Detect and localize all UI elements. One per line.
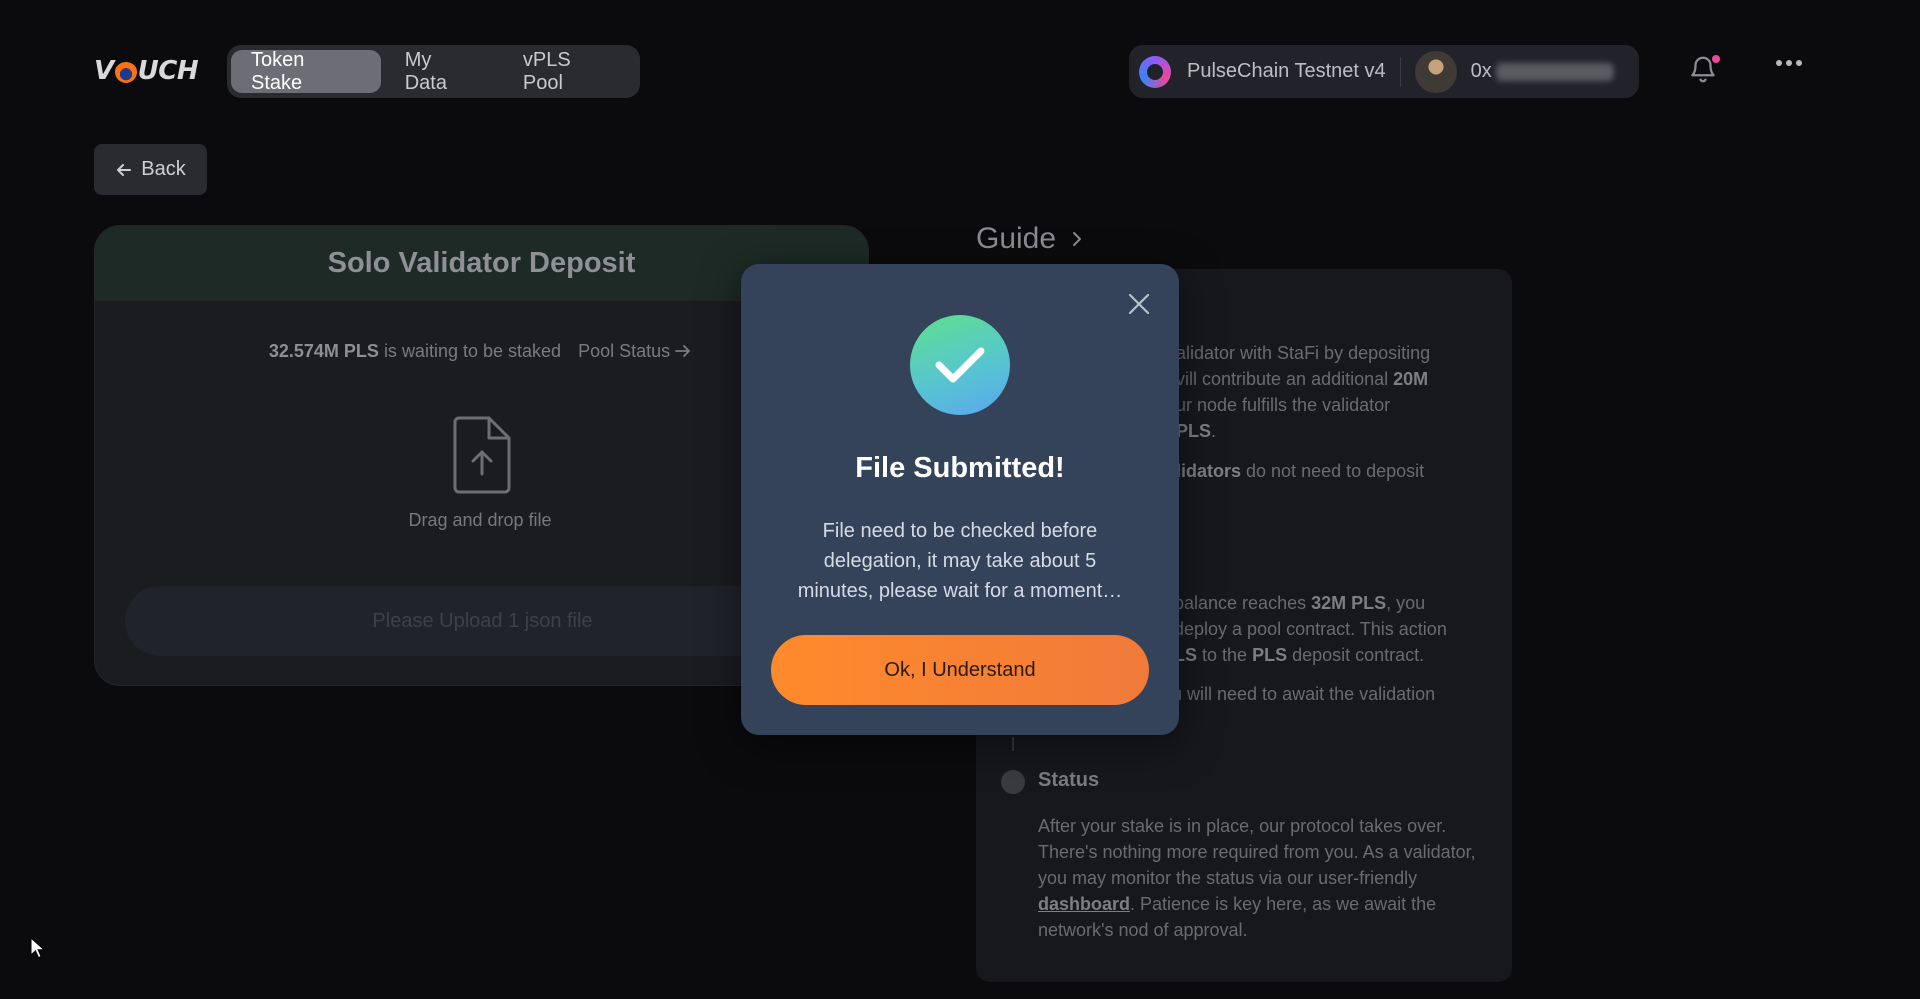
wallet-address[interactable]: 0x bbox=[1471, 60, 1614, 83]
file-submitted-modal: File Submitted! File need to be checked … bbox=[741, 264, 1179, 735]
vouch-logo[interactable]: V UCH bbox=[94, 56, 199, 86]
upload-submit-button[interactable]: Please Upload 1 json file bbox=[125, 586, 840, 656]
status-step-title: Status bbox=[1038, 769, 1100, 791]
network-wallet-pill: PulseChain Testnet v4 0x bbox=[1129, 45, 1639, 98]
avatar[interactable] bbox=[1414, 50, 1457, 93]
checkmark-icon bbox=[935, 347, 985, 383]
arrow-left-icon bbox=[117, 163, 132, 176]
step-connector bbox=[1012, 737, 1014, 751]
modal-title: File Submitted! bbox=[855, 452, 1065, 484]
ok-understand-button[interactable]: Ok, I Understand bbox=[771, 635, 1149, 705]
chevron-right-icon bbox=[1073, 232, 1082, 246]
status-step-dot bbox=[1001, 770, 1025, 794]
guide-step2-text: balance reaches 32M PLS, you deploy a po… bbox=[1174, 593, 1447, 665]
address-redacted bbox=[1495, 62, 1614, 81]
pulsechain-network-icon bbox=[1139, 55, 1171, 88]
back-button[interactable]: Back bbox=[94, 144, 207, 195]
status-step-text: After your stake is in place, our protoc… bbox=[1038, 816, 1476, 940]
logo-mark-icon bbox=[114, 61, 137, 83]
tab-my-data[interactable]: My Data bbox=[385, 49, 499, 94]
guide-step2-note: u will need to await the validation bbox=[1172, 684, 1436, 704]
pool-status-link[interactable]: Pool Status bbox=[578, 341, 691, 361]
guide-step1-text: alidator with StaFi by depositing vill c… bbox=[1176, 343, 1431, 441]
file-upload-icon[interactable] bbox=[451, 416, 513, 494]
pool-status-label: Pool Status bbox=[578, 341, 671, 361]
tab-vpls-pool[interactable]: vPLS Pool bbox=[503, 49, 636, 94]
waiting-amount: 32.574M PLS bbox=[268, 341, 379, 361]
more-menu-icon[interactable] bbox=[1776, 60, 1802, 66]
waiting-text: is waiting to be staked bbox=[383, 341, 562, 361]
back-label: Back bbox=[141, 158, 186, 180]
guide-header[interactable]: Guide bbox=[976, 222, 1082, 256]
network-selector[interactable]: PulseChain Testnet v4 bbox=[1187, 60, 1386, 83]
arrow-right-icon bbox=[675, 345, 691, 357]
mouse-cursor-icon bbox=[30, 937, 44, 959]
logo-text-v: V bbox=[94, 56, 114, 86]
guide-step1-note: lidators do not need to deposit bbox=[1176, 461, 1425, 481]
modal-message: File need to be checked before delegatio… bbox=[797, 520, 1123, 602]
address-prefix: 0x bbox=[1470, 60, 1492, 82]
dashboard-link[interactable]: dashboard bbox=[1038, 894, 1130, 914]
close-icon[interactable] bbox=[1127, 292, 1151, 316]
network-divider bbox=[1399, 56, 1401, 87]
logo-text-uch: UCH bbox=[137, 56, 199, 86]
success-check-icon bbox=[910, 315, 1010, 415]
guide-title: Guide bbox=[976, 222, 1057, 255]
tab-token-stake[interactable]: Token Stake bbox=[231, 49, 381, 94]
notification-badge bbox=[1712, 55, 1720, 63]
main-nav: Token Stake My Data vPLS Pool bbox=[227, 45, 640, 98]
